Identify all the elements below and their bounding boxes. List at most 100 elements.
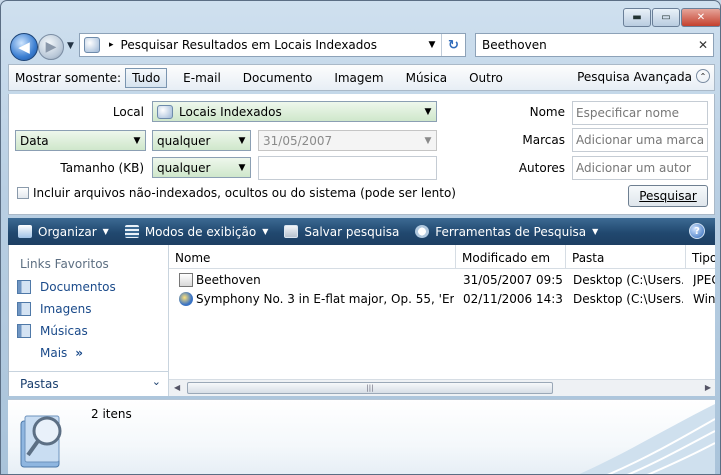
tab-all[interactable]: Tudo [125, 67, 168, 88]
forward-button[interactable]: ▶ [38, 34, 64, 60]
collapse-chevron-icon[interactable]: ⌃ [696, 69, 710, 83]
advanced-search-toggle[interactable]: Pesquisa Avançada [577, 70, 692, 84]
file-folder: Desktop (C:\Users... [573, 273, 683, 287]
chevron-down-icon: ▼ [424, 106, 432, 117]
scroll-left-icon[interactable]: ◀ [174, 383, 180, 392]
file-type: Win [693, 292, 715, 306]
column-header-folder[interactable]: Pasta [566, 245, 686, 269]
views-menu[interactable]: Modos de exibição ▼ [124, 224, 268, 239]
explorer-window: ▬ ▭ ✕ ◀ ▶ ▼ ▸ Pesquisar Resultados em Lo… [0, 0, 721, 475]
size-operator-select[interactable]: qualquer ▼ [152, 157, 251, 178]
recent-pages-dropdown[interactable]: ▼ [67, 41, 74, 51]
tab-document[interactable]: Documento [237, 69, 319, 87]
file-list: Nome Modificado em Pasta Tipo Beethoven … [168, 245, 715, 396]
name-input[interactable]: Especificar nome [572, 101, 708, 125]
clear-search-icon[interactable]: ✕ [693, 38, 713, 52]
tab-image[interactable]: Imagem [328, 69, 389, 87]
table-row[interactable]: Symphony No. 3 in E-flat major, Op. 55, … [169, 290, 715, 309]
authors-label: Autores [518, 161, 565, 175]
address-bar[interactable]: ▸ Pesquisar Resultados em Locais Indexad… [79, 33, 466, 57]
date-type-value: Data [20, 133, 49, 148]
nav-link-label: Documentos [40, 280, 116, 294]
nav-link-documents[interactable]: Documentos [17, 280, 116, 294]
organize-menu[interactable]: Organizar ▼ [18, 225, 109, 239]
search-button[interactable]: Pesquisar [628, 185, 708, 207]
decorative-swoosh [579, 404, 715, 474]
chevron-down-icon: ▼ [238, 135, 246, 146]
date-operator-select[interactable]: qualquer ▼ [152, 130, 251, 151]
column-header-modified[interactable]: Modificado em [456, 245, 566, 269]
size-operator-value: qualquer [157, 160, 211, 175]
scroll-right-icon[interactable]: ▶ [705, 383, 711, 392]
organize-icon [18, 225, 32, 238]
date-value-picker[interactable]: 31/05/2007 ▼ [258, 130, 437, 151]
minimize-button[interactable]: ▬ [623, 8, 651, 27]
include-nonindexed-checkbox[interactable]: Incluir arquivos não-indexados, ocultos … [17, 186, 456, 200]
tags-label: Marcas [522, 133, 565, 147]
file-type: JPEG [693, 273, 715, 287]
save-search-button[interactable]: Salvar pesquisa [284, 225, 399, 239]
search-folder-large-icon [20, 415, 62, 468]
details-pane: 2 itens [8, 399, 715, 474]
nav-link-images[interactable]: Imagens [17, 302, 91, 316]
nav-link-label: Imagens [40, 302, 92, 316]
file-name: Beethoven [196, 273, 261, 287]
search-folder-icon [84, 37, 100, 53]
column-header-name[interactable]: Nome [169, 245, 456, 269]
location-label: Local [112, 105, 144, 119]
views-icon [124, 225, 139, 238]
show-only-bar: Mostrar somente: Tudo E-mail Documento I… [8, 64, 715, 91]
location-value: Locais Indexados [179, 104, 282, 119]
tab-other[interactable]: Outro [463, 69, 509, 87]
authors-input[interactable]: Adicionar um autor [572, 156, 708, 180]
column-header-type[interactable]: Tipo [686, 245, 715, 269]
file-modified: 31/05/2007 09:57 [463, 273, 563, 287]
breadcrumb-separator-icon[interactable]: ▸ [109, 40, 114, 50]
file-folder: Desktop (C:\Users... [573, 292, 683, 306]
refresh-icon[interactable]: ↻ [441, 34, 465, 56]
organize-label: Organizar [38, 224, 97, 239]
address-text[interactable]: Pesquisar Resultados em Locais Indexados [121, 38, 423, 52]
table-row[interactable]: Beethoven 31/05/2007 09:57 Desktop (C:\U… [169, 271, 715, 290]
size-label: Tamanho (KB) [60, 161, 144, 175]
chevron-down-icon[interactable]: ⌄ [152, 375, 161, 388]
file-modified: 02/11/2006 14:35 [463, 292, 563, 306]
maximize-button[interactable]: ▭ [652, 8, 680, 27]
navigation-pane: Links Favoritos Documentos Imagens Músic… [8, 245, 169, 396]
close-button[interactable]: ✕ [681, 8, 720, 27]
favorite-links-header: Links Favoritos [20, 257, 109, 271]
tags-input[interactable]: Adicionar uma marca [572, 128, 708, 152]
more-label: Mais [40, 346, 68, 360]
back-button[interactable]: ◀ [10, 33, 38, 61]
help-icon[interactable]: ? [689, 223, 705, 239]
chevron-down-icon: ▼ [424, 135, 432, 146]
name-label: Nome [529, 105, 565, 119]
tab-email[interactable]: E-mail [177, 69, 227, 87]
advanced-search-pane: Local Locais Indexados ▼ Data ▼ qualquer… [8, 94, 715, 215]
horizontal-scrollbar[interactable]: ◀ ||| ▶ [169, 379, 715, 396]
search-tools-menu[interactable]: Ferramentas de Pesquisa ▼ [415, 225, 598, 239]
file-name: Symphony No. 3 in E-flat major, Op. 55, … [196, 292, 454, 306]
checkbox-box[interactable] [17, 187, 29, 199]
nav-link-music[interactable]: Músicas [17, 324, 88, 338]
item-count: 2 itens [91, 407, 132, 421]
location-select[interactable]: Locais Indexados ▼ [152, 101, 437, 122]
save-search-label: Salvar pesquisa [304, 224, 400, 239]
search-tools-label: Ferramentas de Pesquisa [435, 224, 587, 239]
double-chevron-icon: » [75, 346, 84, 360]
views-label: Modos de exibição [144, 224, 257, 239]
show-only-label: Mostrar somente: [15, 70, 122, 85]
date-operator-value: qualquer [157, 133, 211, 148]
tab-music[interactable]: Música [400, 69, 454, 87]
command-bar: Organizar ▼ Modos de exibição ▼ Salvar p… [8, 218, 715, 245]
scrollbar-thumb[interactable]: ||| [187, 382, 553, 394]
folders-section-header[interactable]: Pastas ⌄ [9, 371, 169, 396]
chevron-down-icon: ▼ [592, 227, 599, 236]
size-value-input[interactable] [258, 156, 437, 180]
search-box[interactable]: Beethoven ✕ [475, 33, 714, 57]
date-type-select[interactable]: Data ▼ [15, 130, 146, 151]
address-dropdown[interactable]: ▼ [423, 40, 441, 50]
nav-link-more[interactable]: Mais » [40, 346, 83, 360]
search-input[interactable]: Beethoven [482, 38, 693, 52]
pictures-icon [17, 302, 31, 316]
